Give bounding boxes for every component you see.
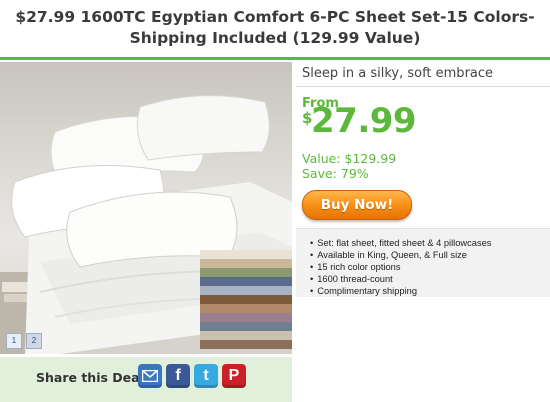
deal-tagline: Sleep in a silky, soft embrace: [302, 66, 494, 81]
feature-item: 15 rich color options: [310, 261, 550, 273]
share-label: Share this Deal: [36, 370, 144, 385]
feature-item: Set: flat sheet, fitted sheet & 4 pillow…: [310, 237, 550, 249]
deal-title: $27.99 1600TC Egyptian Comfort 6-PC Shee…: [15, 8, 535, 47]
feature-item: Complimentary shipping: [310, 285, 550, 297]
email-icon[interactable]: [138, 364, 162, 388]
gallery-pager: 1 2: [6, 333, 42, 349]
twitter-icon[interactable]: t: [194, 364, 218, 388]
feature-list: Set: flat sheet, fitted sheet & 4 pillow…: [296, 228, 550, 297]
buy-now-button[interactable]: Buy Now!: [302, 190, 412, 220]
pinterest-icon[interactable]: P: [222, 364, 246, 388]
savings-text: Save: 79%: [302, 166, 369, 181]
title-divider: [0, 57, 550, 60]
feature-item: Available in King, Queen, & Full size: [310, 249, 550, 261]
tagline-divider: [296, 86, 550, 87]
facebook-icon[interactable]: f: [166, 364, 190, 388]
gallery-page-1[interactable]: 1: [6, 333, 22, 349]
product-image[interactable]: [0, 62, 292, 354]
value-text: Value: $129.99: [302, 151, 397, 166]
deal-price: 27.99: [311, 101, 417, 141]
gallery-page-2[interactable]: 2: [26, 333, 42, 349]
feature-item: 1600 thread-count: [310, 273, 550, 285]
